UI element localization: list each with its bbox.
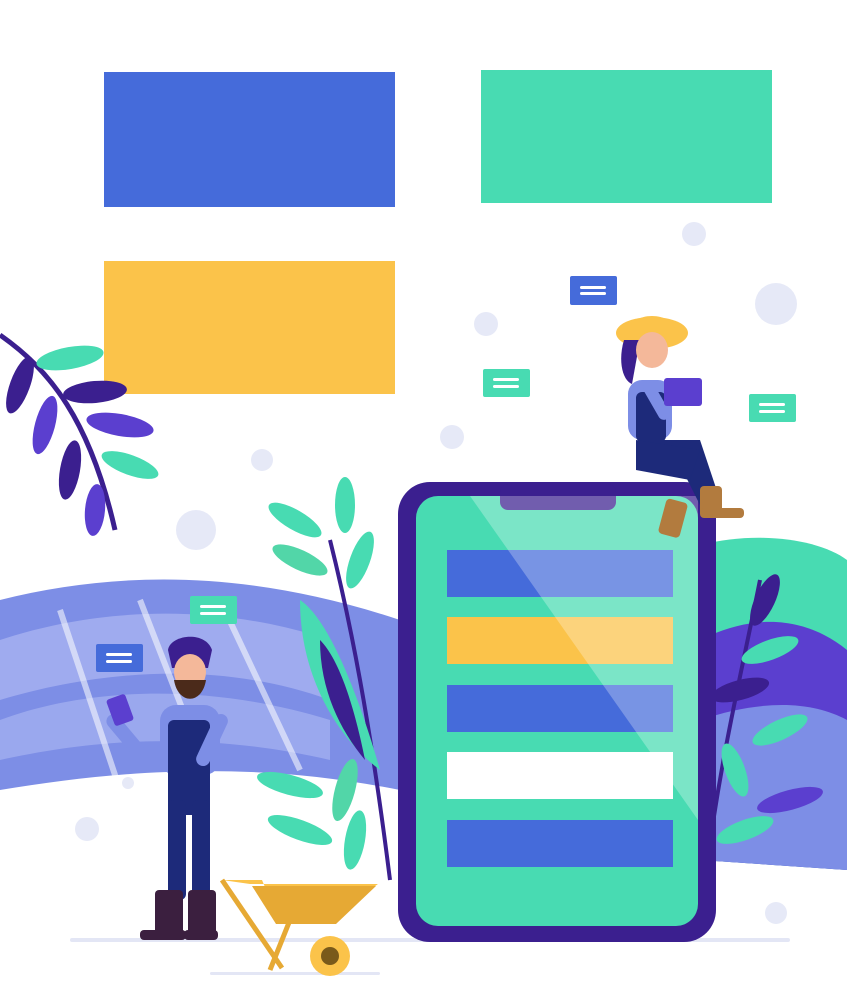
illustration-canvas [0,0,847,1000]
leaf-branch-icon [0,332,159,536]
chat-bubble-icon [96,644,143,672]
chat-bubble-icon [483,369,530,397]
chat-bubble-icon [749,394,796,422]
chat-bubble-icon [570,276,617,305]
wheelbarrow-icon [219,878,378,976]
phone-list-row [447,752,673,799]
tablet-icon [664,378,702,406]
smartphone-icon [398,482,716,942]
farm-app-illustration [0,222,847,976]
chat-bubble-icon [190,596,237,624]
phone-list-row [447,820,673,867]
